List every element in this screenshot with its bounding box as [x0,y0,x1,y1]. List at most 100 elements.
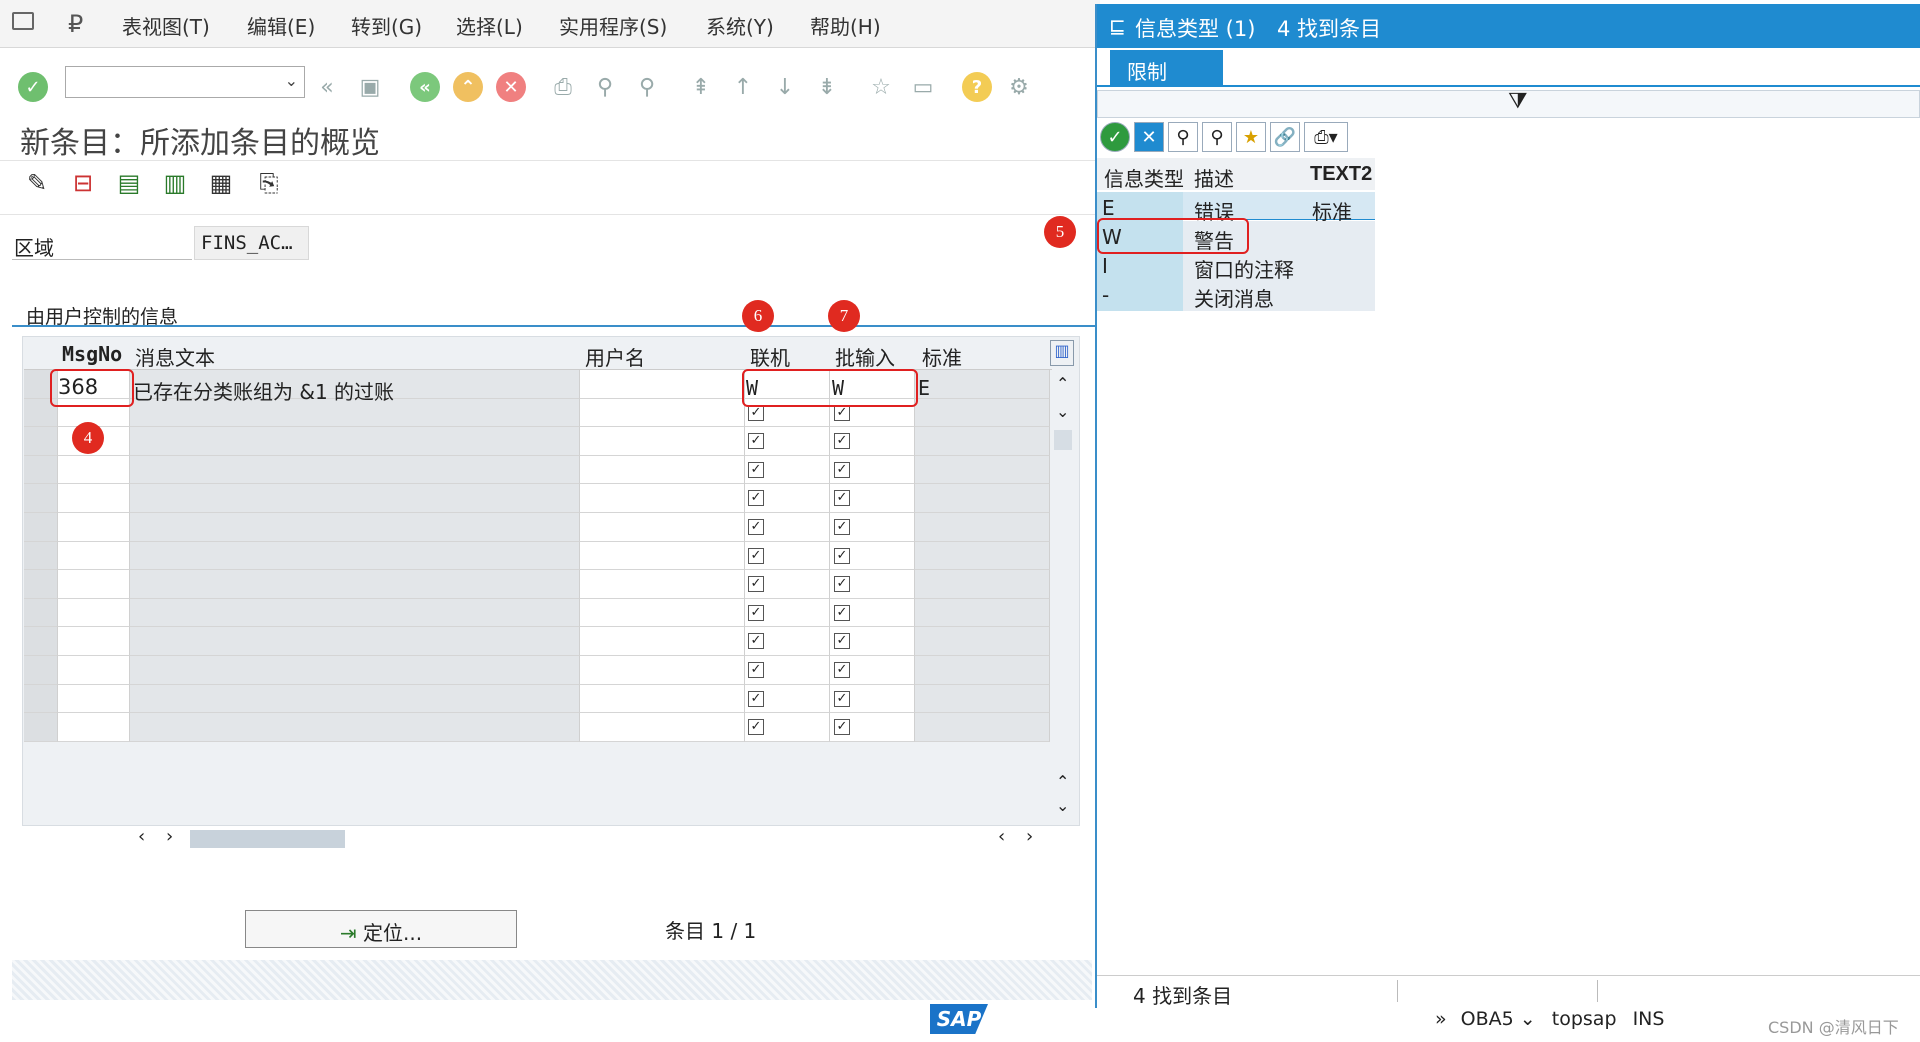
menu-goto[interactable]: 转到(G) [351,11,422,40]
first-page-icon[interactable]: ⇞ [686,72,716,102]
menu-toggle-icon[interactable] [12,12,34,30]
last-page-icon[interactable]: ⇟ [812,72,842,102]
checkbox[interactable]: ✓ [834,633,850,650]
table-cell[interactable] [915,370,1050,399]
table-cell[interactable] [580,427,745,456]
table-cell[interactable] [580,398,745,428]
popup-col-type[interactable]: 信息类型 [1100,160,1188,195]
menu-edit[interactable]: 编辑(E) [247,11,315,40]
col-batch-input[interactable]: 批输入 [835,338,895,370]
table-cell[interactable] [58,455,130,485]
checkbox[interactable]: ✓ [834,519,850,535]
table-cell[interactable] [580,513,745,542]
popup-row4-desc[interactable]: 关闭消息 [1190,280,1278,315]
checkbox[interactable]: ✓ [748,690,764,707]
table-cell[interactable] [580,541,745,571]
locate-button[interactable]: ⇥ 定位... [245,910,517,948]
select-all-icon[interactable]: ▤ [112,165,146,201]
menu-selection[interactable]: 选择(L) [456,11,523,40]
table-cell[interactable] [130,713,580,742]
chevron-down-icon[interactable]: ⌄ [1520,1008,1536,1030]
table-cell[interactable] [580,713,745,742]
popup-print-icon[interactable]: ⎙▾ [1304,122,1348,152]
table-cell[interactable] [915,398,1050,428]
checkbox[interactable]: ✓ [748,633,764,650]
table-cell[interactable] [580,598,745,628]
checkbox[interactable]: ✓ [834,547,850,564]
row-selector[interactable] [24,484,58,513]
find-icon[interactable]: ⚲ [590,72,620,102]
checkbox[interactable]: ✓ [834,604,850,621]
horizontal-scrollbar[interactable]: ‹ › ‹ › [130,826,1090,850]
row-selector[interactable] [24,427,58,456]
scroll-up-icon[interactable]: ⌃ [1056,374,1069,393]
row-selector[interactable] [24,570,58,599]
menu-help[interactable]: 帮助(H) [810,11,881,40]
table-cell[interactable] [130,627,580,656]
checkbox[interactable]: ✓ [834,576,850,593]
table-cell[interactable] [130,684,580,714]
popup-find-next-icon[interactable]: ⚲ [1202,122,1232,152]
scroll-page-down-icon[interactable]: ⌄ [1056,402,1069,421]
table-cell[interactable] [58,598,130,628]
table-cell[interactable] [915,656,1050,685]
table-cell[interactable] [580,684,745,714]
table-cell[interactable] [130,570,580,599]
table-cell[interactable] [58,684,130,714]
row-selector[interactable] [24,713,58,742]
table-cell[interactable] [58,541,130,571]
hscroll-thumb[interactable] [190,830,345,848]
checkbox[interactable]: ✓ [834,490,850,507]
help-icon[interactable]: ? [962,72,992,102]
next-page-icon[interactable]: ↓ [770,72,800,102]
row-selector[interactable] [24,455,58,485]
table-cell[interactable] [130,541,580,571]
table-cell[interactable] [580,370,745,399]
row-selector[interactable] [24,513,58,542]
display-change-icon[interactable]: ✎ [20,165,54,201]
popup-row4-type[interactable]: - [1098,280,1113,310]
table-cell[interactable] [915,570,1050,599]
table-cell[interactable] [580,570,745,599]
table-cell[interactable] [915,684,1050,714]
popup-menu-icon[interactable]: ⊑ [1109,14,1126,38]
checkbox[interactable]: ✓ [834,719,850,736]
table-cell[interactable] [915,541,1050,571]
shortcut-icon[interactable]: ▭ [908,72,938,102]
scroll-left-icon[interactable]: ‹ [998,826,1005,847]
checkbox[interactable]: ✓ [834,690,850,707]
table-cell[interactable] [130,455,580,485]
table-cell[interactable] [915,427,1050,456]
filter-icon[interactable]: ⧩ [1508,89,1528,114]
table-cell[interactable] [580,455,745,485]
row-selector[interactable] [24,627,58,656]
save-icon[interactable]: ▣ [355,72,385,102]
popup-ok-icon[interactable]: ✓ [1100,122,1130,152]
table-cell[interactable] [915,713,1050,742]
table-cell[interactable] [130,484,580,513]
scroll-left-icon[interactable]: ‹ [138,826,145,847]
popup-add-favorite-icon[interactable]: ★ [1236,122,1266,152]
popup-row3-type[interactable]: I [1098,251,1112,281]
table-cell[interactable] [580,484,745,513]
exit-icon[interactable]: ⌃ [453,72,483,102]
checkbox[interactable]: ✓ [834,433,850,450]
checkbox[interactable]: ✓ [748,576,764,593]
col-msgno[interactable]: MsgNo [62,338,122,370]
checkbox[interactable]: ✓ [748,519,764,535]
col-message-text[interactable]: 消息文本 [135,338,215,370]
row-selector[interactable] [24,684,58,714]
menu-utilities[interactable]: 实用程序(S) [559,11,667,40]
checkbox[interactable]: ✓ [748,662,764,678]
chevron-down-icon[interactable]: ⌄ [285,71,298,90]
find-next-icon[interactable]: ⚲ [632,72,662,102]
checkbox[interactable]: ✓ [748,490,764,507]
print-icon[interactable]: ⎙ [548,72,578,102]
popup-col-desc[interactable]: 描述 [1190,160,1238,195]
popup-link-icon[interactable]: 🔗 [1270,122,1300,152]
table-cell[interactable] [580,656,745,685]
row-selector[interactable] [24,598,58,628]
scroll-right-icon[interactable]: › [166,826,173,847]
table-cell[interactable] [915,513,1050,542]
checkbox[interactable]: ✓ [748,719,764,736]
